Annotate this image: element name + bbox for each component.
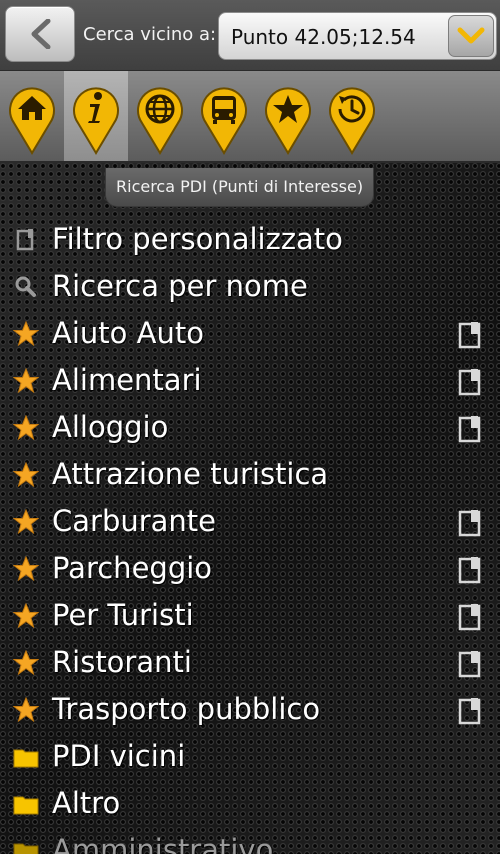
chevron-down-icon <box>457 27 485 44</box>
poi-search-screen: Cerca vicino a: Punto 42.05;12.54 Filtro… <box>0 0 500 854</box>
add-filter-icon[interactable] <box>458 697 484 725</box>
list-item-folder[interactable]: PDI vicini <box>0 734 500 781</box>
category-info-button[interactable] <box>64 71 128 161</box>
list-item-label: Alloggio <box>52 410 169 444</box>
list-item-label: Parcheggio <box>52 551 213 585</box>
list-item-label: PDI vicini <box>52 739 186 773</box>
list-item[interactable]: Alimentari <box>0 358 500 405</box>
poi-list: Filtro personalizzato Ricerca per nome A… <box>0 163 500 854</box>
add-filter-icon[interactable] <box>458 650 484 678</box>
list-item-search-by-name[interactable]: Ricerca per nome <box>0 264 500 311</box>
list-item[interactable]: Attrazione turistica <box>0 452 500 499</box>
top-bar: Cerca vicino a: Punto 42.05;12.54 <box>0 0 500 71</box>
category-bar <box>0 71 500 163</box>
star-icon <box>265 87 311 155</box>
star-icon <box>13 697 39 723</box>
folder-icon <box>13 843 39 854</box>
chevron-left-icon <box>31 19 51 49</box>
category-favorites-button[interactable] <box>256 71 320 161</box>
list-item-label: Trasporto pubblico <box>52 692 321 726</box>
add-filter-icon[interactable] <box>458 368 484 396</box>
category-home-button[interactable] <box>0 71 64 161</box>
category-transport-button[interactable] <box>192 71 256 161</box>
add-filter-icon[interactable] <box>458 603 484 631</box>
list-item-label: Aiuto Auto <box>52 316 204 350</box>
location-dropdown-button[interactable] <box>448 15 494 57</box>
list-item[interactable]: Trasporto pubblico <box>0 687 500 734</box>
location-selector[interactable]: Punto 42.05;12.54 <box>218 12 497 60</box>
list-item-custom-filter[interactable]: Filtro personalizzato <box>0 217 500 264</box>
category-history-button[interactable] <box>320 71 384 161</box>
list-item-label: Alimentari <box>52 363 202 397</box>
folder-icon <box>13 796 39 815</box>
add-filter-icon[interactable] <box>458 415 484 443</box>
list-item-label: Attrazione turistica <box>52 457 329 491</box>
back-button[interactable] <box>5 6 75 62</box>
star-icon <box>13 462 39 488</box>
category-tooltip: Ricerca PDI (Punti di Interesse) <box>105 168 375 207</box>
star-icon <box>13 650 39 676</box>
info-icon <box>73 87 119 155</box>
list-item[interactable]: Per Turisti <box>0 593 500 640</box>
list-item-folder[interactable]: Altro <box>0 781 500 828</box>
star-icon <box>13 321 39 347</box>
list-item-folder[interactable]: Amministrativo <box>0 828 500 854</box>
location-value: Punto 42.05;12.54 <box>231 25 416 49</box>
list-item[interactable]: Aiuto Auto <box>0 311 500 358</box>
folder-icon <box>13 749 39 768</box>
home-icon <box>9 87 55 155</box>
filter-icon <box>16 229 34 251</box>
list-item[interactable]: Carburante <box>0 499 500 546</box>
add-filter-icon[interactable] <box>458 556 484 584</box>
list-item-label: Altro <box>52 786 121 820</box>
search-near-label: Cerca vicino a: <box>83 24 217 45</box>
bus-icon <box>201 87 247 155</box>
star-icon <box>13 415 39 441</box>
star-icon <box>13 556 39 582</box>
category-globe-button[interactable] <box>128 71 192 161</box>
list-item-label: Filtro personalizzato <box>52 222 343 256</box>
list-item[interactable]: Parcheggio <box>0 546 500 593</box>
list-item-label: Ricerca per nome <box>52 269 308 303</box>
add-filter-icon[interactable] <box>458 321 484 349</box>
star-icon <box>13 368 39 394</box>
list-item-label: Amministrativo <box>52 833 274 854</box>
add-filter-icon[interactable] <box>458 509 484 537</box>
globe-icon <box>137 87 183 155</box>
clock-icon <box>329 87 375 155</box>
list-item[interactable]: Alloggio <box>0 405 500 452</box>
star-icon <box>13 509 39 535</box>
list-item[interactable]: Ristoranti <box>0 640 500 687</box>
search-icon <box>15 276 36 297</box>
list-item-label: Carburante <box>52 504 217 538</box>
list-item-label: Per Turisti <box>52 598 194 632</box>
star-icon <box>13 603 39 629</box>
list-item-label: Ristoranti <box>52 645 192 679</box>
